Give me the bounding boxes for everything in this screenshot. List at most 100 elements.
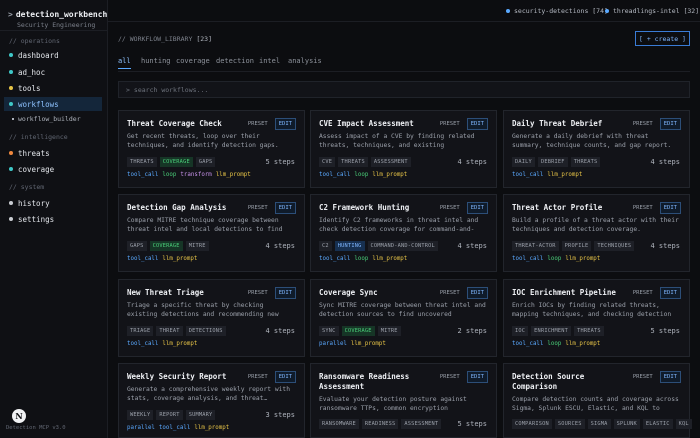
edit-button[interactable]: EDIT [659, 287, 681, 299]
edit-button[interactable]: EDIT [466, 202, 488, 214]
workflow-card[interactable]: Threat Actor Profile PRESET EDIT Build a pr… [503, 194, 690, 272]
preset-button[interactable]: PRESET [629, 371, 657, 383]
card-tags: SYNC COVERAGE MITRE [319, 326, 401, 336]
tab-all[interactable]: all [118, 57, 131, 69]
card-title: Detection Gap Analysis [127, 203, 227, 212]
sidebar-item-tools[interactable]: tools [4, 81, 102, 95]
sidebar-item-threats[interactable]: threats [4, 146, 102, 160]
sidebar-item-workflows[interactable]: workflows [4, 97, 102, 111]
step-count: 4 steps [650, 242, 680, 250]
card-tags: DAILY DEBRIEF THREATS [512, 157, 601, 167]
edit-button[interactable]: EDIT [659, 118, 681, 130]
card-actions: PRESET EDIT [436, 202, 488, 214]
edit-button[interactable]: EDIT [274, 287, 296, 299]
edit-button[interactable]: EDIT [466, 118, 488, 130]
tab-analysis[interactable]: analysis [288, 57, 322, 68]
workflow-card[interactable]: CVE Impact Assessment PRESET EDIT Assess im… [310, 110, 497, 188]
edit-button[interactable]: EDIT [274, 371, 296, 383]
card-tags: COMPARISON SOURCES SIGMA SPLUNK ELASTIC KQL [512, 419, 692, 429]
card-actions: PRESET EDIT [244, 287, 296, 299]
status-dot-icon [506, 9, 510, 13]
step-count: 4 steps [265, 327, 295, 335]
tag-chip: COMPARISON [512, 419, 552, 429]
workflow-card[interactable]: Detection Gap Analysis PRESET EDIT Compare … [118, 194, 305, 272]
edit-button[interactable]: EDIT [466, 371, 488, 383]
edit-button[interactable]: EDIT [274, 202, 296, 214]
repo-threadlings-intel[interactable]: threadlings-intel [32] [605, 7, 699, 15]
edit-button[interactable]: EDIT [466, 287, 488, 299]
workflow-card[interactable]: Ransomware Readiness Assessment PRESET EDI… [310, 363, 497, 438]
tabs-divider [118, 71, 690, 72]
edit-button[interactable]: EDIT [274, 118, 296, 130]
sidebar-item-ad-hoc[interactable]: ad_hoc [4, 65, 102, 79]
card-actions: PRESET EDIT [629, 202, 681, 214]
preset-button[interactable]: PRESET [629, 118, 657, 130]
preset-button[interactable]: PRESET [244, 371, 272, 383]
edit-button[interactable]: EDIT [659, 371, 681, 383]
step-count: 5 steps [265, 158, 295, 166]
card-description: Build a profile of a threat actor with t… [512, 217, 679, 233]
sidebar-subitem-workflow-builder[interactable]: workflow_builder [12, 115, 81, 123]
preset-button[interactable]: PRESET [436, 118, 464, 130]
preset-button[interactable]: PRESET [629, 202, 657, 214]
tool-label: tool_call [512, 256, 544, 262]
card-title: Daily Threat Debrief [512, 119, 603, 128]
tag-chip: ENRICHMENT [531, 326, 572, 336]
page-title: // WORKFLOW_LIBRARY [23] [118, 35, 213, 43]
tool-label: tool_call [512, 341, 544, 347]
search-input[interactable] [133, 85, 654, 94]
workflow-card[interactable]: Threat Coverage Check PRESET EDIT Get recen… [118, 110, 305, 188]
workflow-card[interactable]: Detection Source Comparison PRESET EDIT Com… [503, 363, 692, 438]
sidebar-item-settings[interactable]: settings [4, 212, 102, 226]
card-title: Detection Source Comparison [512, 372, 585, 391]
tag-chip: TRIAGE [127, 326, 154, 336]
card-actions: PRESET EDIT [436, 287, 488, 299]
create-button[interactable]: [ + create ] [635, 31, 690, 46]
preset-button[interactable]: PRESET [436, 287, 464, 299]
tag-chip: ASSESSMENT [370, 157, 411, 167]
card-title: New Threat Triage [127, 288, 204, 297]
tab-coverage[interactable]: coverage [176, 57, 210, 68]
preset-button[interactable]: PRESET [436, 202, 464, 214]
workflow-card[interactable]: IOC Enrichment Pipeline PRESET EDIT Enrich … [503, 279, 690, 357]
workflow-card[interactable]: Daily Threat Debrief PRESET EDIT Generate a… [503, 110, 690, 188]
tab-detection[interactable]: detection [216, 57, 254, 68]
preset-button[interactable]: PRESET [244, 118, 272, 130]
card-actions: PRESET EDIT [629, 371, 681, 383]
card-tools: tool_call loop transform llm_prompt [127, 172, 251, 178]
brand: > detection_workbench Security Engineerin… [8, 10, 107, 29]
card-tools: tool_call loop llm_prompt [319, 172, 407, 178]
workflow-card[interactable]: New Threat Triage PRESET EDIT Triage a spec… [118, 279, 305, 357]
tag-chip: THREAT [156, 326, 183, 336]
card-description: Get recent threats, loop over their tech… [127, 133, 279, 149]
sidebar-item-coverage[interactable]: coverage [4, 162, 102, 176]
edit-button[interactable]: EDIT [659, 202, 681, 214]
tool-label: transform [180, 172, 212, 178]
repo-security-detections[interactable]: security-detections [74] [506, 7, 608, 15]
preset-button[interactable]: PRESET [629, 287, 657, 299]
tag-chip: RANSOMWARE [319, 419, 359, 429]
card-tools: tool_call loop llm_prompt [512, 341, 600, 347]
card-tags: RANSOMWARE READINESS ASSESSMENT [319, 419, 442, 429]
tool-label: tool_call [319, 256, 351, 262]
sidebar-item-dashboard[interactable]: dashboard [4, 48, 102, 62]
tab-hunting[interactable]: hunting [141, 57, 171, 68]
preset-button[interactable]: PRESET [244, 202, 272, 214]
sidebar-item-history[interactable]: history [4, 196, 102, 210]
top-bar: security-detections [74] threadlings-int… [108, 0, 700, 22]
tag-chip: SIGMA [587, 419, 611, 429]
tab-intel[interactable]: intel [259, 57, 280, 68]
workflow-card[interactable]: C2 Framework Hunting PRESET EDIT Identify C… [310, 194, 497, 272]
card-description: Sync MITRE coverage between threat intel… [319, 302, 486, 318]
card-tools: tool_call llm_prompt [127, 341, 197, 347]
tag-chip: REPORT [156, 410, 183, 420]
workflow-card[interactable]: Weekly Security Report PRESET EDIT Generate… [118, 363, 305, 438]
card-description: Identify C2 frameworks in threat intel a… [319, 217, 479, 233]
preset-button[interactable]: PRESET [436, 371, 464, 383]
app-logo: N [12, 409, 26, 423]
tool-label: llm_prompt [372, 172, 408, 178]
tool-label: tool_call [512, 172, 544, 178]
tag-chip: SYNC [319, 326, 339, 336]
preset-button[interactable]: PRESET [244, 287, 272, 299]
workflow-card[interactable]: Coverage Sync PRESET EDIT Sync MITRE covera… [310, 279, 497, 357]
